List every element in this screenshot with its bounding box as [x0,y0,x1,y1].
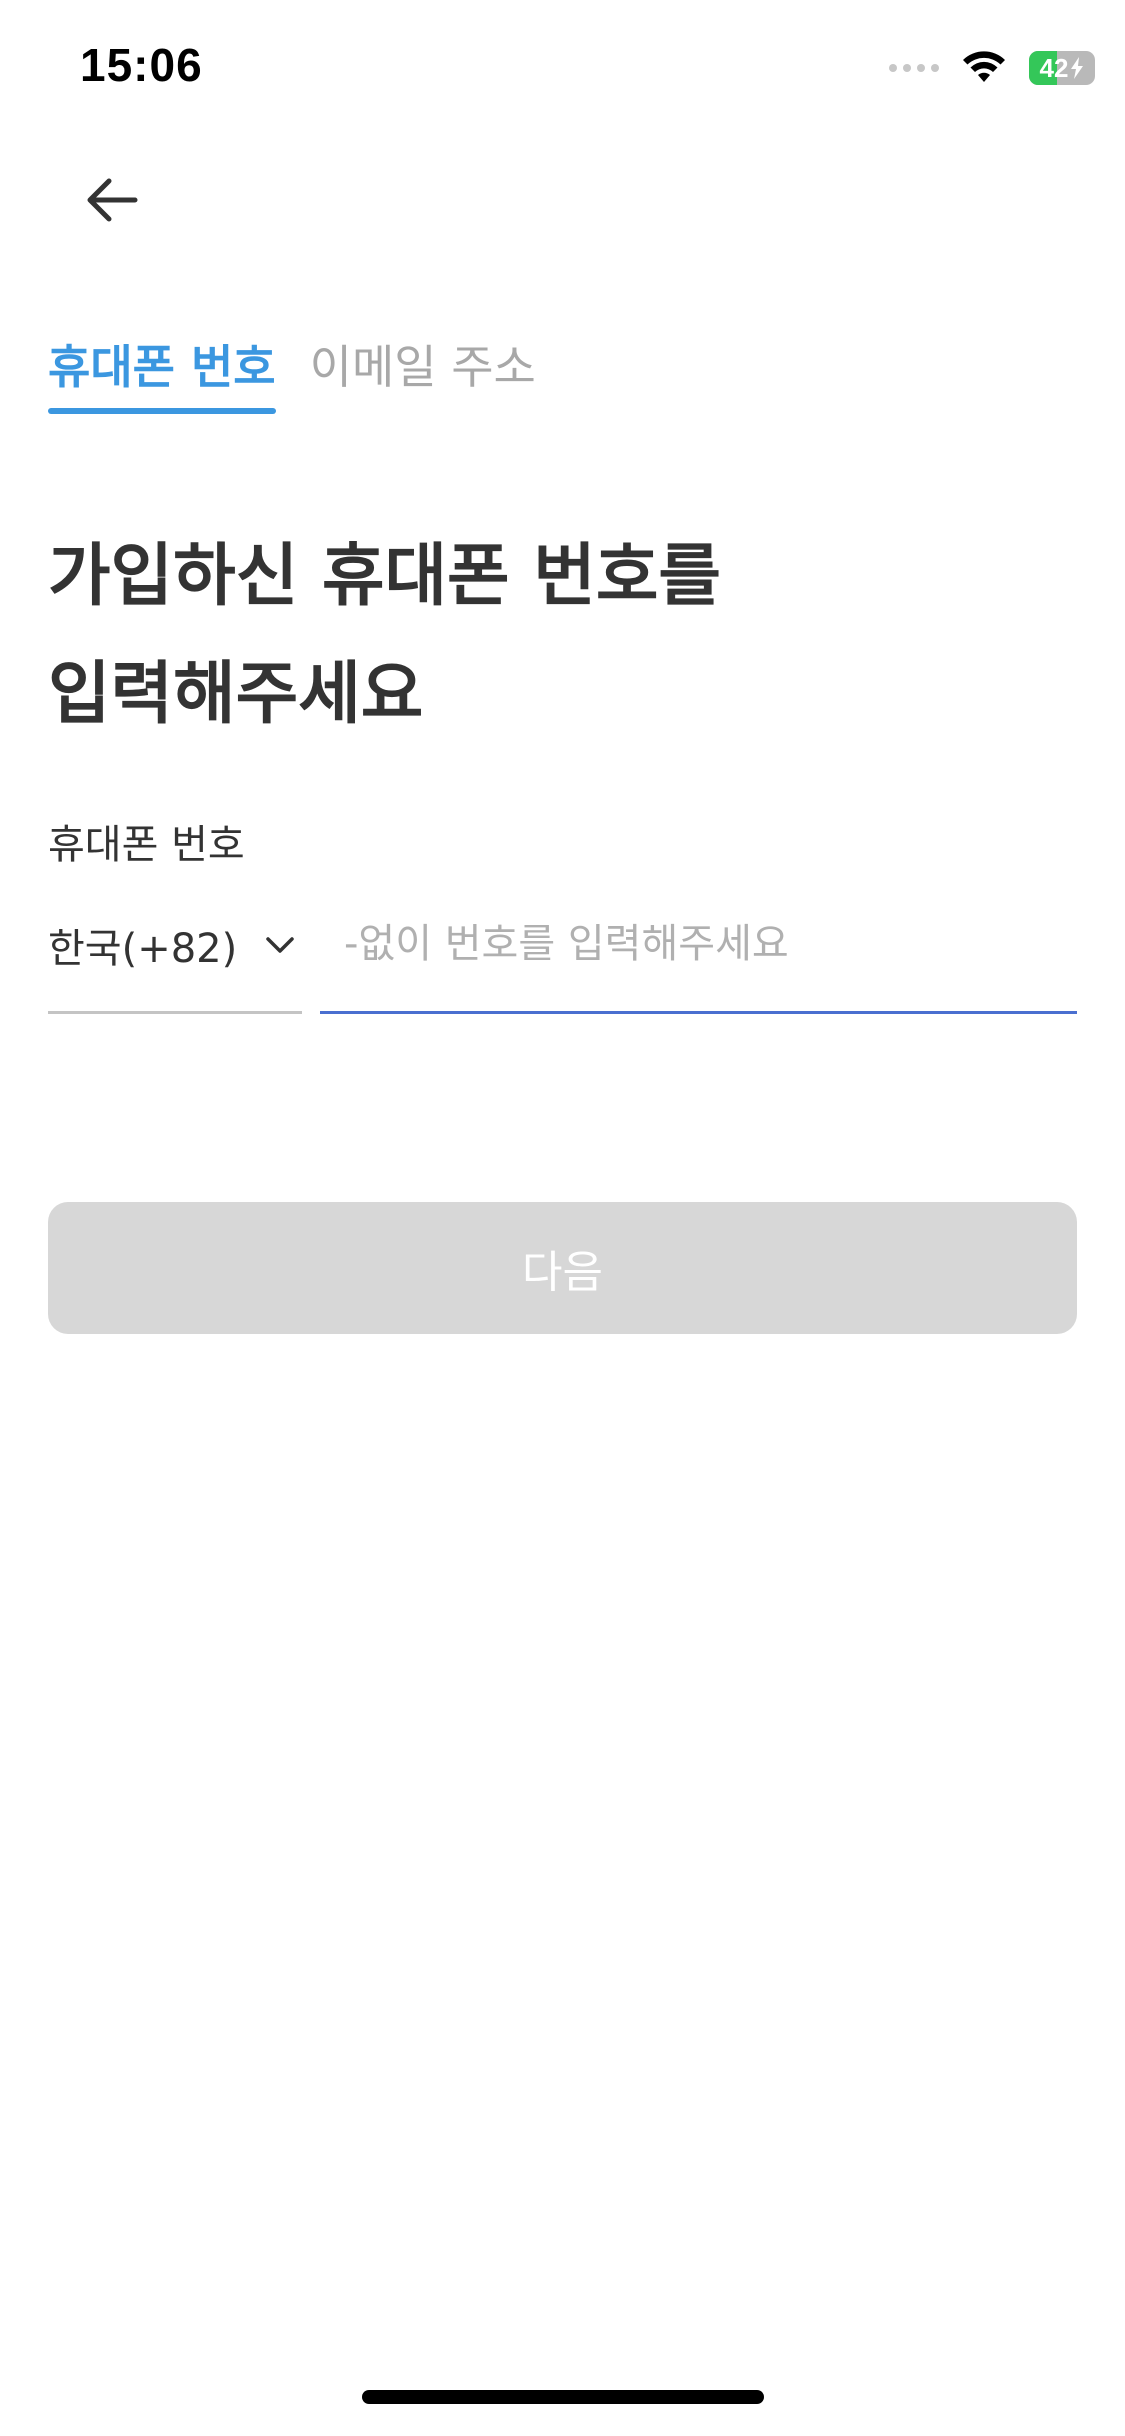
battery-charging-icon: 42 [1029,51,1095,85]
wifi-icon [963,51,1005,82]
arrow-left-icon [87,178,138,222]
phone-number-input[interactable] [320,900,1077,1011]
page-title-line-2: 입력해주세요 [48,655,424,734]
battery-level: 42 [1029,51,1095,85]
status-bar: 15:06 42 [0,0,1125,140]
cellular-signal-icon [889,64,939,72]
tab-email-address[interactable]: 이메일 주소 [310,330,536,414]
home-indicator [362,2390,764,2404]
charging-bolt-icon [1071,57,1084,79]
phone-input-wrapper [320,900,1077,1014]
status-indicators: 42 [889,48,1095,88]
back-button[interactable] [72,160,152,240]
status-time: 15:06 [80,39,203,91]
country-code-select[interactable]: 한국(+82) [48,900,302,1014]
tab-phone-number[interactable]: 휴대폰 번호 [48,330,276,414]
page-title-line-1: 가입하신 휴대폰 번호를 [48,537,721,616]
page-title: 가입하신 휴대폰 번호를 입력해주세요 [48,518,1048,754]
chevron-down-icon [262,927,298,963]
phone-field-label: 휴대폰 번호 [48,822,245,868]
next-button[interactable]: 다음 [48,1202,1077,1334]
country-code-value: 한국(+82) [48,925,238,972]
battery-percent: 42 [1039,53,1069,83]
login-method-tabs: 휴대폰 번호 이메일 주소 [48,330,536,420]
